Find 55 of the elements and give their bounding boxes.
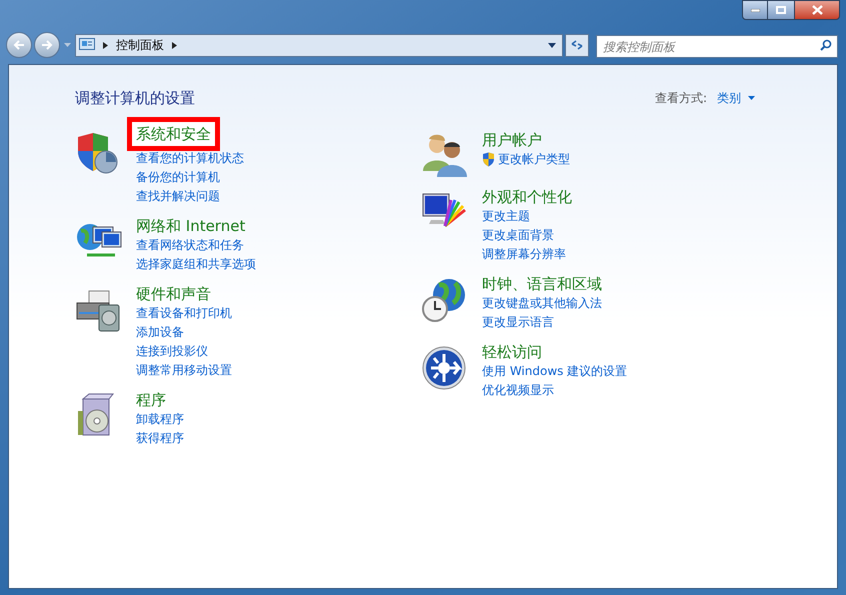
task-link[interactable]: 连接到投影仪 — [136, 342, 208, 360]
category-link[interactable]: 轻松访问 — [482, 342, 542, 362]
close-button[interactable] — [794, 0, 840, 20]
refresh-button[interactable] — [565, 34, 589, 56]
category-link[interactable]: 网络和 Internet — [136, 216, 246, 236]
close-icon — [812, 5, 822, 15]
category-link[interactable]: 系统和安全 — [136, 124, 211, 142]
category-link[interactable]: 外观和个性化 — [482, 186, 572, 206]
task-link[interactable]: 备份您的计算机 — [136, 168, 220, 186]
task-link[interactable]: 查找并解决问题 — [136, 186, 220, 206]
task-link[interactable]: 优化视频显示 — [482, 380, 554, 400]
task-link[interactable]: 更改键盘或其他输入法 — [482, 294, 602, 312]
category-link[interactable]: 用户帐户 — [482, 130, 542, 150]
task-link[interactable]: 调整常用移动设置 — [136, 360, 232, 380]
address-bar[interactable]: 控制面板 — [75, 34, 563, 56]
users-icon — [421, 132, 469, 176]
minimize-icon — [750, 8, 760, 12]
category-link[interactable]: 程序 — [136, 390, 166, 410]
task-link[interactable]: 更改主题 — [482, 206, 530, 226]
task-link[interactable]: 更改帐户类型 — [482, 150, 570, 168]
category-link[interactable]: 时钟、语言和区域 — [482, 274, 602, 294]
task-link[interactable]: 查看网络状态和任务 — [136, 236, 244, 254]
task-link[interactable]: 查看设备和打印机 — [136, 304, 232, 322]
category-link[interactable]: 硬件和声音 — [136, 284, 211, 304]
task-link[interactable]: 调整屏幕分辨率 — [482, 244, 566, 264]
task-link[interactable]: 更改桌面背景 — [482, 226, 554, 244]
task-link[interactable]: 获得程序 — [136, 428, 184, 448]
task-link[interactable]: 查看您的计算机状态 — [136, 148, 244, 168]
chevron-icon — [103, 42, 108, 48]
forward-button[interactable] — [34, 32, 60, 58]
task-link[interactable]: 更改显示语言 — [482, 312, 554, 332]
globe-clock-icon — [421, 276, 467, 322]
dropdown-arrow-icon[interactable] — [548, 42, 556, 48]
maximize-icon — [776, 6, 786, 14]
chevron-icon — [172, 42, 177, 48]
shield-icon — [482, 152, 495, 166]
view-by-label: 查看方式: — [654, 90, 707, 108]
back-button[interactable] — [6, 32, 32, 58]
control-panel-icon — [79, 38, 95, 52]
task-link[interactable]: 选择家庭组和共享选项 — [136, 254, 256, 274]
task-link[interactable]: 添加设备 — [136, 322, 184, 342]
forward-arrow-icon — [41, 40, 53, 50]
search-field[interactable]: 搜索控制面板 — [596, 35, 838, 58]
search-icon — [820, 38, 832, 50]
maximize-button[interactable] — [768, 0, 794, 20]
shield-icon — [75, 130, 119, 174]
breadcrumb[interactable]: 控制面板 — [116, 36, 164, 54]
view-by-dropdown[interactable]: 类别 — [717, 89, 755, 108]
page-heading: 调整计算机的设置 — [75, 88, 195, 109]
minimize-button[interactable] — [742, 0, 768, 20]
task-link[interactable]: 卸载程序 — [136, 410, 184, 428]
accessibility-icon — [421, 344, 467, 390]
task-link[interactable]: 使用 Windows 建议的设置 — [482, 362, 628, 380]
dropdown-arrow-icon — [748, 96, 755, 100]
back-arrow-icon — [13, 40, 25, 50]
